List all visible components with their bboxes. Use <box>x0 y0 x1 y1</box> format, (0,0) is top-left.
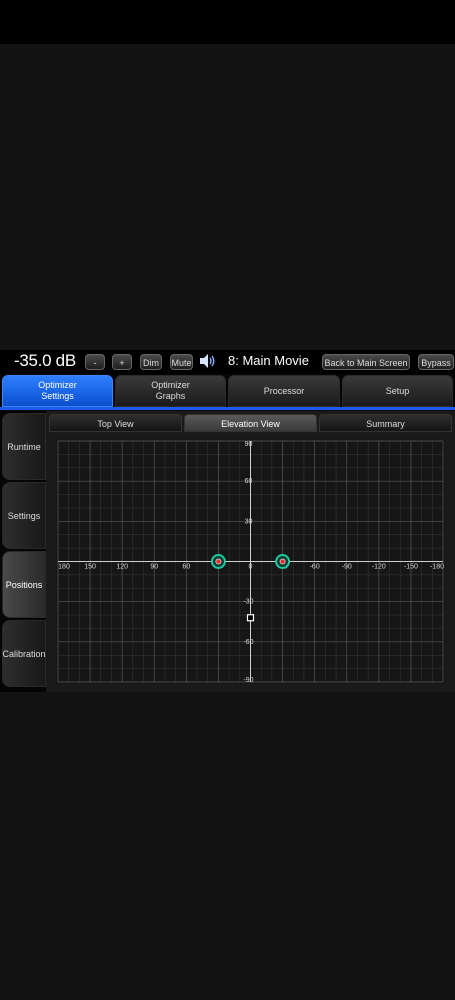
preset-name[interactable]: 8: Main Movie <box>228 353 309 368</box>
x-tick-label: -180 <box>430 564 444 571</box>
top-control-bar: -35.0 dB - + Dim Mute 8: Main Movie Back… <box>0 350 455 374</box>
y-tick-label: -30 <box>243 599 253 606</box>
tab-setup[interactable]: Setup <box>342 375 453 407</box>
elevation-plot[interactable]: 180 150 120 90 60 30 0 -30 -60 -90 -120 -150 -180 90 6… <box>56 439 445 684</box>
speaker-marker-center <box>215 558 222 565</box>
side-tab-settings[interactable]: Settings <box>2 482 46 549</box>
volume-up-button[interactable]: + <box>112 354 132 370</box>
y-tick-label: 30 <box>245 518 253 525</box>
side-tab-calibration[interactable]: Calibration <box>2 620 46 687</box>
bypass-button[interactable]: Bypass <box>418 354 454 370</box>
x-tick-label: 0 <box>249 564 253 571</box>
y-tick-label: -60 <box>243 639 253 646</box>
x-tick-label: 120 <box>116 564 128 571</box>
y-tick-label: -90 <box>243 677 253 684</box>
side-tab-runtime[interactable]: Runtime <box>2 413 46 480</box>
speaker-marker-center <box>279 558 286 565</box>
x-tick-label: 90 <box>150 564 158 571</box>
x-tick-label: -120 <box>372 564 386 571</box>
mute-button[interactable]: Mute <box>170 354 193 370</box>
active-tab-underline <box>0 407 455 410</box>
main-tab-bar: Optimizer Settings Optimizer Graphs Proces… <box>0 375 455 407</box>
x-tick-label: 60 <box>182 564 190 571</box>
tab-optimizer-settings[interactable]: Optimizer Settings <box>2 375 113 407</box>
app-window: -35.0 dB - + Dim Mute 8: Main Movie Back… <box>0 350 455 692</box>
volume-readout: -35.0 dB <box>14 351 76 370</box>
side-tab-positions[interactable]: Positions <box>2 551 46 618</box>
y-tick-label: 60 <box>245 478 253 485</box>
tab-optimizer-graphs[interactable]: Optimizer Graphs <box>115 375 226 407</box>
back-to-main-screen-button[interactable]: Back to Main Screen <box>322 354 410 370</box>
positions-panel: Top View Elevation View Summary 180 150 12… <box>46 411 455 692</box>
x-tick-label: -150 <box>404 564 418 571</box>
x-tick-label: 180 <box>58 564 70 571</box>
subtab-top-view[interactable]: Top View <box>49 414 182 432</box>
listener-marker <box>246 614 255 622</box>
x-tick-label: -60 <box>310 564 320 571</box>
tab-processor[interactable]: Processor <box>228 375 340 407</box>
status-bar <box>0 0 455 44</box>
x-tick-label: 150 <box>84 564 96 571</box>
speaker-volume-icon[interactable] <box>199 353 217 369</box>
subtab-elevation-view[interactable]: Elevation View <box>184 414 317 432</box>
subtab-summary[interactable]: Summary <box>319 414 452 432</box>
y-tick-label: 90 <box>245 441 253 448</box>
side-nav: Runtime Settings Positions Calibration <box>0 411 46 692</box>
x-tick-label: -90 <box>342 564 352 571</box>
dim-button[interactable]: Dim <box>140 354 162 370</box>
volume-down-button[interactable]: - <box>85 354 105 370</box>
